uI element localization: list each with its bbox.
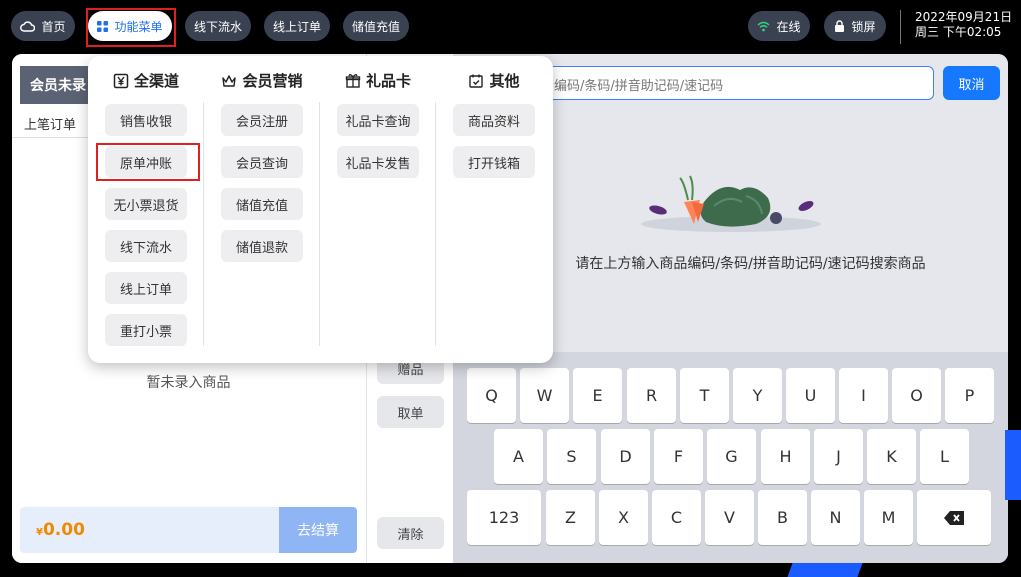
key-w[interactable]: W <box>520 368 569 423</box>
menu-item-online-orders[interactable]: 线上订单 <box>105 272 187 304</box>
yen-icon <box>113 73 129 88</box>
menu-item-stored-value-recharge[interactable]: 储值充值 <box>221 188 303 220</box>
checkout-button[interactable]: 去结算 <box>279 507 357 553</box>
clear-button[interactable]: 清除 <box>377 517 444 549</box>
key-k[interactable]: K <box>867 429 916 484</box>
key-y[interactable]: Y <box>733 368 782 423</box>
menu-item-reprint-receipt[interactable]: 重打小票 <box>105 314 187 346</box>
key-j[interactable]: J <box>814 429 863 484</box>
key-o[interactable]: O <box>892 368 941 423</box>
total-bar: ¥0.00 去结算 <box>20 507 357 553</box>
online-status-label: 在线 <box>776 19 801 34</box>
menu-item-member-register[interactable]: 会员注册 <box>221 104 303 136</box>
key-i[interactable]: I <box>839 368 888 423</box>
other-title: 其他 <box>489 72 520 90</box>
blue-decoration-bottom <box>787 563 863 577</box>
key-u[interactable]: U <box>786 368 835 423</box>
key-n[interactable]: N <box>811 490 860 545</box>
order-reversal-highlight <box>96 143 200 181</box>
all-channels-title: 全渠道 <box>133 72 179 90</box>
total-amount-value: 0.00 <box>42 520 85 540</box>
member-marketing-title: 会员营销 <box>242 72 303 90</box>
key-t[interactable]: T <box>680 368 729 423</box>
cancel-button[interactable]: 取消 <box>943 66 1000 100</box>
member-marketing-heading: 会员营销 <box>204 70 320 91</box>
cloud-icon <box>20 21 36 32</box>
empty-cart-text: 暂未录入商品 <box>146 375 231 391</box>
key-p[interactable]: P <box>945 368 994 423</box>
gift-icon <box>345 73 361 88</box>
on-screen-keyboard: Q W E R T Y U I O P A S D F G H J K L 12… <box>453 352 1008 563</box>
offline-flow-button[interactable]: 线下流水 <box>185 11 251 41</box>
menu-column-member-marketing: 会员营销 会员注册 会员查询 储值充值 储值退款 <box>204 56 320 363</box>
take-order-button[interactable]: 取单 <box>377 396 444 428</box>
key-e[interactable]: E <box>573 368 622 423</box>
key-l[interactable]: L <box>920 429 969 484</box>
backspace-icon <box>944 510 964 525</box>
menu-column-all-channels: 全渠道 销售收银 原单冲账 无小票退货 线下流水 线上订单 重打小票 <box>88 56 204 363</box>
key-c[interactable]: C <box>652 490 701 545</box>
backspace-key[interactable] <box>917 490 991 545</box>
blue-decoration <box>1005 430 1021 500</box>
total-amount: ¥0.00 <box>36 520 85 540</box>
key-f[interactable]: F <box>654 429 703 484</box>
weekday-time-text: 周三 下午02:05 <box>915 25 1002 39</box>
key-z[interactable]: Z <box>546 490 595 545</box>
currency-symbol: ¥ <box>36 527 43 538</box>
menu-item-member-query[interactable]: 会员查询 <box>221 146 303 178</box>
stored-value-recharge-label: 储值充值 <box>351 19 400 34</box>
calendar-check-icon <box>469 74 484 88</box>
all-channels-heading: 全渠道 <box>88 70 204 91</box>
home-button[interactable]: 首页 <box>11 11 75 41</box>
other-heading: 其他 <box>436 70 552 91</box>
date-text: 2022年09月21日 <box>915 10 1013 24</box>
menu-item-open-cash-drawer[interactable]: 打开钱箱 <box>453 146 535 178</box>
online-status-button[interactable]: 在线 <box>748 11 810 41</box>
function-menu-highlight <box>86 8 176 47</box>
key-a[interactable]: A <box>494 429 543 484</box>
menu-item-no-receipt-return[interactable]: 无小票退货 <box>105 188 187 220</box>
menu-item-stored-value-refund[interactable]: 储值退款 <box>221 230 303 262</box>
lock-icon <box>835 20 845 32</box>
menu-column-other: 其他 商品资料 打开钱箱 <box>436 56 552 363</box>
menu-item-product-info[interactable]: 商品资料 <box>453 104 535 136</box>
key-x[interactable]: X <box>599 490 648 545</box>
key-q[interactable]: Q <box>467 368 516 423</box>
menu-column-gift-card: 礼品卡 礼品卡查询 礼品卡发售 <box>320 56 436 363</box>
offline-flow-label: 线下流水 <box>193 19 242 34</box>
key-r[interactable]: R <box>627 368 676 423</box>
key-d[interactable]: D <box>601 429 650 484</box>
wifi-icon <box>757 21 770 31</box>
gift-card-heading: 礼品卡 <box>320 70 436 91</box>
menu-item-gift-card-sale[interactable]: 礼品卡发售 <box>337 146 419 178</box>
menu-item-offline-flow[interactable]: 线下流水 <box>105 230 187 262</box>
lock-screen-label: 锁屏 <box>851 19 876 34</box>
vegetables-illustration <box>641 175 821 232</box>
gift-card-title: 礼品卡 <box>365 72 411 90</box>
menu-item-sales-cashier[interactable]: 销售收银 <box>105 104 187 136</box>
stored-value-recharge-button[interactable]: 储值充值 <box>343 11 409 41</box>
lock-screen-button[interactable]: 锁屏 <box>824 11 886 41</box>
key-s[interactable]: S <box>547 429 596 484</box>
function-menu-dropdown: 全渠道 销售收银 原单冲账 无小票退货 线下流水 线上订单 重打小票 会员营销 … <box>88 56 553 363</box>
key-123[interactable]: 123 <box>467 490 541 545</box>
key-h[interactable]: H <box>761 429 810 484</box>
key-g[interactable]: G <box>707 429 756 484</box>
crown-icon <box>222 74 237 87</box>
key-m[interactable]: M <box>864 490 913 545</box>
key-v[interactable]: V <box>705 490 754 545</box>
online-orders-button[interactable]: 线上订单 <box>264 11 330 41</box>
online-orders-label: 线上订单 <box>272 19 321 34</box>
datetime: 2022年09月21日 周三 下午02:05 <box>900 10 1021 44</box>
menu-item-gift-card-query[interactable]: 礼品卡查询 <box>337 104 419 136</box>
top-bar: 首页 功能菜单 线下流水 线上订单 储值充值 在线 锁屏 2022年09月21日… <box>0 0 1021 52</box>
home-label: 首页 <box>41 19 66 34</box>
key-b[interactable]: B <box>758 490 807 545</box>
